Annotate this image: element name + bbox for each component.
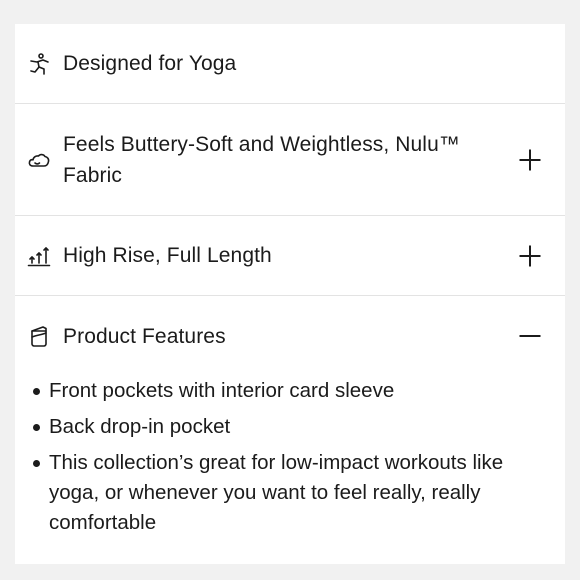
section-label: Product Features	[63, 324, 226, 348]
expand-plus-icon[interactable]	[517, 147, 543, 173]
section-product-features[interactable]: Product Features	[15, 296, 565, 376]
features-box-icon	[27, 324, 51, 348]
section-label: Feels Buttery-Soft and Weightless, Nulu™…	[63, 132, 460, 187]
list-item: Front pockets with interior card sleeve	[31, 376, 545, 406]
section-label: Designed for Yoga	[63, 52, 237, 75]
section-label: High Rise, Full Length	[63, 244, 272, 267]
collapse-minus-icon[interactable]	[517, 323, 543, 349]
rise-arrows-icon	[27, 244, 51, 268]
yoga-pose-icon	[27, 52, 51, 76]
product-features-list: Front pockets with interior card sleeve …	[15, 376, 565, 544]
list-item: This collection’s great for low-impact w…	[31, 448, 545, 538]
cloud-icon	[27, 148, 51, 172]
list-item: Back drop-in pocket	[31, 412, 545, 442]
section-nulu-fabric[interactable]: Feels Buttery-Soft and Weightless, Nulu™…	[15, 104, 565, 216]
product-details-accordion: Designed for Yoga Feels Buttery-Soft and…	[15, 24, 565, 564]
section-high-rise[interactable]: High Rise, Full Length	[15, 216, 565, 296]
expand-plus-icon[interactable]	[517, 243, 543, 269]
section-designed-for-yoga: Designed for Yoga	[15, 24, 565, 104]
